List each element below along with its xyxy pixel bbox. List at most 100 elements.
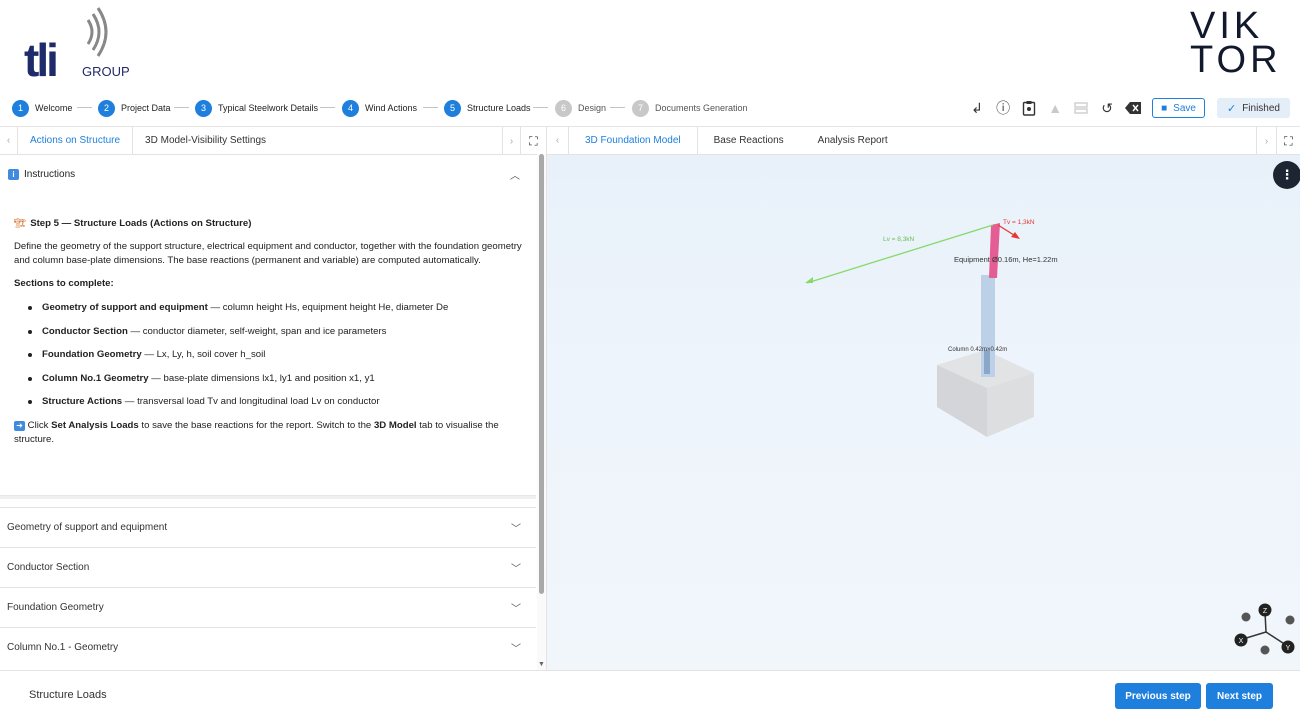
tv-arrow (997, 224, 1020, 239)
tab-3d-foundation-model[interactable]: 3D Foundation Model (569, 126, 698, 155)
instructions-title: Instructions (24, 168, 76, 180)
list-item: Conductor Section — conductor diameter, … (28, 325, 522, 339)
arrow-right-icon: ➜ (14, 420, 25, 431)
step-3[interactable]: 3 Typical Steelwork Details (195, 98, 318, 118)
accordion-column-geometry[interactable]: Column No.1 - Geometry ﹀ (0, 627, 536, 667)
step-1[interactable]: 1 Welcome (12, 98, 72, 118)
chevron-down-icon: ﹀ (511, 524, 521, 535)
expand-icon[interactable]: ⛶ (520, 127, 546, 155)
accordion-label: Foundation Geometry (7, 602, 104, 613)
accordion-foundation-geometry[interactable]: Foundation Geometry ﹀ (0, 587, 536, 627)
step-number-badge: 3 (195, 99, 212, 117)
step-connector (533, 107, 548, 108)
tab-scroll-left-icon[interactable]: ‹ (0, 126, 18, 155)
info-icon[interactable]: ⓘ (994, 99, 1012, 117)
editor-toolbar: ↲ ⓘ ▲ ↺ ■ Save ✓ Finished (960, 97, 1290, 119)
accordion-label: Geometry of support and equipment (7, 522, 168, 533)
accordion-label: Column No.1 - Geometry (7, 642, 119, 653)
tab-base-reactions[interactable]: Base Reactions (698, 127, 800, 155)
axis-y-label: Y (1286, 645, 1291, 652)
app-header: tli GROUP VIK TOR (0, 0, 1300, 92)
instructions-header[interactable]: i Instructions ︿ (0, 155, 536, 193)
viktor-logo: VIK TOR (1190, 7, 1282, 82)
equipment-label: Equipment Ø0.16m, He=1.22m (954, 255, 1058, 264)
storage-icon[interactable] (1072, 99, 1090, 117)
tab-scroll-right-icon[interactable]: › (502, 127, 520, 155)
step-2[interactable]: 2 Project Data (98, 98, 171, 118)
list-item: Geometry of support and equipment — colu… (28, 301, 522, 315)
column-shaft (981, 275, 995, 377)
previous-step-button[interactable]: Previous step (1115, 683, 1201, 709)
tli-group-logo: tli GROUP (24, 7, 130, 84)
svg-text:tli: tli (24, 34, 56, 84)
tab-3d-model-visibility[interactable]: 3D Model-Visibility Settings (133, 127, 278, 155)
3d-scene[interactable]: Tv = 1,3kN Lv = 8,3kN Equipment Ø0.16m, … (547, 155, 1300, 671)
check-circle-icon: ✓ (1226, 102, 1237, 115)
step-5[interactable]: 5 Structure Loads (444, 98, 531, 118)
tab-scroll-right-icon[interactable]: › (1256, 127, 1276, 155)
chevron-down-icon: ﹀ (511, 644, 521, 655)
chevron-down-icon: ﹀ (511, 564, 521, 575)
instructions-body: 🏗 Step 5 — Structure Loads (Actions on St… (0, 193, 536, 447)
step-label: Typical Steelwork Details (218, 103, 319, 113)
viktor-logo-line2: TOR (1190, 39, 1282, 81)
viewport-menu-icon[interactable]: ⋮ (1273, 161, 1300, 189)
history-icon[interactable]: ↺ (1098, 99, 1116, 117)
step-connector (174, 107, 189, 108)
accordion-conductor-section[interactable]: Conductor Section ﹀ (0, 547, 536, 587)
step-number-badge: 5 (444, 99, 461, 117)
list-item: Foundation Geometry — Lx, Ly, h, soil co… (28, 348, 522, 362)
step-label: Structure Loads (467, 103, 531, 113)
step-6[interactable]: 6 Design (555, 98, 606, 118)
step-connector (610, 107, 625, 108)
3d-viewport[interactable]: Tv = 1,3kN Lv = 8,3kN Equipment Ø0.16m, … (547, 155, 1300, 671)
next-step-button[interactable]: Next step (1206, 683, 1273, 709)
tab-scroll-left-icon[interactable]: ‹ (547, 126, 569, 155)
right-tabbar: ‹ 3D Foundation Model Base Reactions Ana… (547, 126, 1300, 155)
tab-analysis-report[interactable]: Analysis Report (800, 127, 906, 155)
step-number-badge: 6 (555, 99, 572, 117)
clipboard-icon[interactable] (1020, 99, 1038, 117)
sections-title: Sections to complete: (14, 278, 114, 289)
chevron-up-icon[interactable]: ︿ (510, 167, 520, 182)
left-scrollbar[interactable]: ▼ (537, 154, 546, 670)
tv-label: Tv = 1,3kN (1003, 219, 1035, 226)
finished-button-label: Finished (1242, 102, 1280, 114)
step-connector (77, 107, 92, 108)
footer-bar: Structure Loads Previous step Next step (0, 670, 1300, 718)
instructions-heading: Step 5 — Structure Loads (Actions on Str… (30, 218, 252, 229)
chevron-down-icon: ﹀ (511, 604, 521, 615)
info-badge-icon: i (8, 168, 19, 180)
list-item: Column No.1 Geometry — base-plate dimens… (28, 372, 522, 386)
step-label: Wind Actions (365, 103, 418, 113)
scroll-down-icon[interactable]: ▼ (538, 661, 545, 668)
instructions-footer: ➜ Click Set Analysis Loads to save the b… (14, 419, 499, 445)
accordion-geometry-support[interactable]: Geometry of support and equipment ﹀ (0, 507, 536, 547)
axis-gizmo[interactable]: Z X Y (1234, 603, 1295, 655)
construction-icon: 🏗 (14, 218, 27, 229)
svg-text:GROUP: GROUP (82, 64, 130, 79)
step-label: Design (578, 103, 607, 113)
step-4[interactable]: 4 Wind Actions (342, 98, 417, 118)
save-button[interactable]: ■ Save (1152, 98, 1205, 118)
right-view-pane: ‹ 3D Foundation Model Base Reactions Ana… (546, 126, 1300, 671)
step-connector (320, 107, 335, 108)
finished-button[interactable]: ✓ Finished (1216, 98, 1290, 118)
expand-icon[interactable]: ⛶ (1276, 127, 1300, 155)
warning-icon[interactable]: ▲ (1046, 99, 1064, 117)
lv-arrow (805, 224, 994, 284)
instructions-intro: Define the geometry of the support struc… (14, 241, 522, 266)
left-scroll-area[interactable]: i Instructions ︿ 🏗 Step 5 — Structure Loa… (0, 155, 536, 671)
lv-label: Lv = 8,3kN (883, 236, 915, 243)
list-item: Structure Actions — transversal load Tv … (28, 395, 522, 409)
step-label: Welcome (35, 103, 73, 113)
enter-icon[interactable]: ↲ (968, 99, 986, 117)
scrollbar-thumb[interactable] (539, 154, 544, 594)
tab-actions-on-structure[interactable]: Actions on Structure (18, 126, 134, 155)
left-editor-pane: ‹ Actions on Structure 3D Model-Visibili… (0, 126, 546, 670)
section-divider (0, 495, 536, 499)
column-label: Column 0.42m×0.42m (948, 347, 1007, 353)
step-7[interactable]: 7 Documents Generation (632, 98, 748, 118)
accordion-label: Conductor Section (7, 562, 90, 573)
clear-icon[interactable] (1124, 99, 1142, 117)
